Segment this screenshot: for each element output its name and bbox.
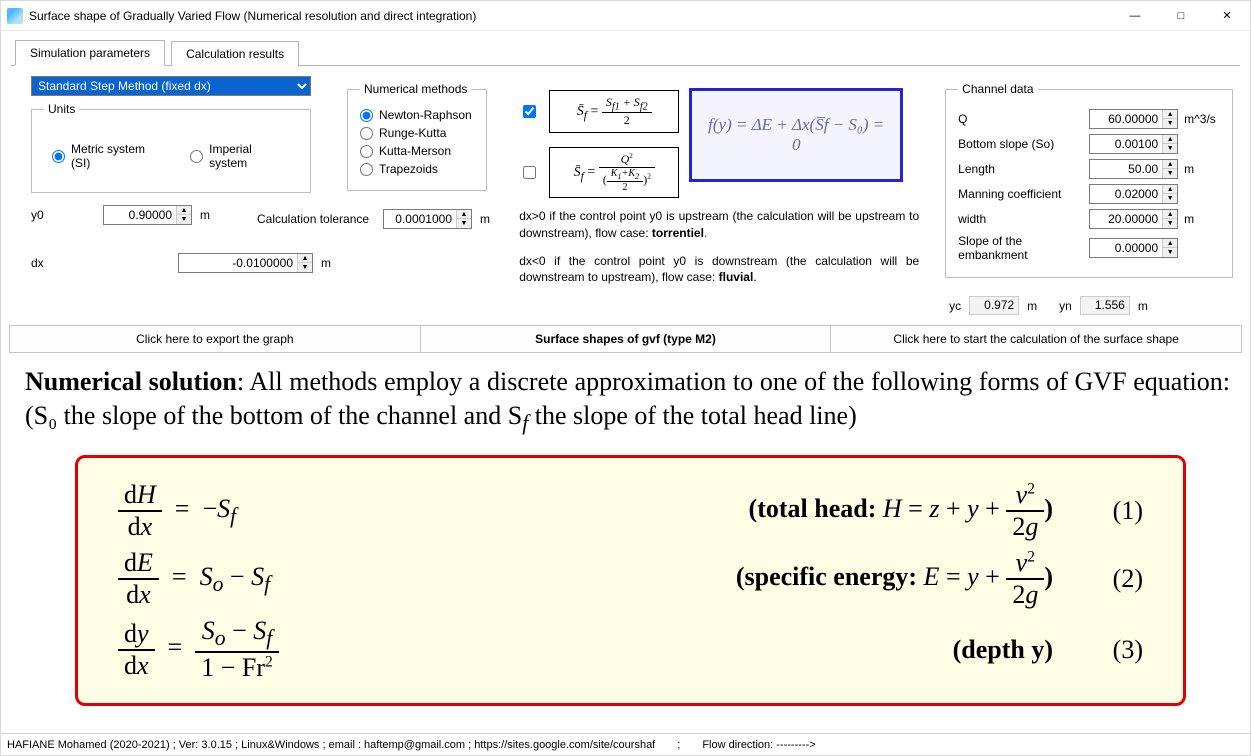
action-bar: Click here to export the graph Surface s…: [9, 325, 1242, 353]
equation-1: dHdx = −Sf (total head: H = z + y + v22g…: [118, 480, 1143, 542]
width-label: width: [958, 212, 1089, 226]
numerical-methods-legend: Numerical methods: [360, 82, 471, 96]
yn-label: yn: [1059, 299, 1072, 313]
gvf-equations-box: dHdx = −Sf (total head: H = z + y + v22g…: [75, 455, 1186, 706]
sf-avg-formula: S̄f = Sf1 + Sf22: [549, 90, 679, 133]
q-unit: m^3/s: [1184, 112, 1220, 126]
tab-simulation-parameters[interactable]: Simulation parameters: [15, 40, 165, 66]
spin-down-icon[interactable]: ▼: [298, 263, 312, 272]
tab-strip: Simulation parameters Calculation result…: [15, 39, 1250, 65]
spin-up-icon[interactable]: ▲: [298, 254, 312, 263]
status-credits: HAFIANE Mohamed (2020-2021) ; Ver: 3.0.1…: [7, 739, 655, 751]
status-flow-direction: Flow direction: --------->: [702, 739, 815, 751]
y0-label: y0: [31, 208, 71, 222]
units-group: Units Metric system (SI) Imperial system: [31, 102, 311, 193]
minimize-button[interactable]: —: [1112, 1, 1158, 31]
window-title: Surface shape of Gradually Varied Flow (…: [29, 9, 1112, 23]
length-label: Length: [958, 162, 1089, 176]
spin-down-icon[interactable]: ▼: [457, 219, 471, 228]
embankment-input[interactable]: ▲▼: [1089, 238, 1178, 258]
equation-3: dydx = So − Sf1 − Fr2 (depth y) (3): [118, 616, 1143, 683]
start-calculation-button[interactable]: Click here to start the calculation of t…: [831, 326, 1241, 352]
method-kutta-merson[interactable]: Kutta-Merson: [360, 144, 474, 158]
method-runge-kutta[interactable]: Runge-Kutta: [360, 126, 474, 140]
q-input[interactable]: ▲▼: [1089, 109, 1178, 129]
numerical-methods-group: Numerical methods Newton-Raphson Runge-K…: [347, 82, 487, 191]
dx-note-downstream: dx<0 if the control point y0 is downstre…: [519, 253, 919, 285]
method-newton-raphson[interactable]: Newton-Raphson: [360, 108, 474, 122]
manning-input[interactable]: ▲▼: [1089, 184, 1178, 204]
spin-up-icon[interactable]: ▲: [177, 206, 191, 215]
yn-value: 1.556: [1080, 296, 1130, 315]
sf-q-formula: S̄f = Q2(K1+K22)2: [549, 147, 679, 198]
calc-tol-label: Calculation tolerance: [257, 212, 375, 226]
sf-q-checkbox[interactable]: [523, 166, 536, 179]
close-button[interactable]: ✕: [1204, 1, 1250, 31]
dx-input[interactable]: ▲▼: [178, 253, 313, 273]
length-input[interactable]: ▲▼: [1089, 159, 1178, 179]
objective-function-box: f(y) = ΔE + Δx(S̅f − S₀) = 0: [689, 88, 903, 182]
embankment-label: Slope of the embankment: [958, 234, 1089, 262]
width-input[interactable]: ▲▼: [1089, 209, 1178, 229]
manning-label: Manning coefficient: [958, 187, 1089, 201]
y0-unit: m: [200, 208, 210, 222]
length-unit: m: [1184, 162, 1220, 176]
tab-calculation-results[interactable]: Calculation results: [171, 41, 299, 66]
units-imperial-radio[interactable]: [190, 150, 203, 163]
title-bar: Surface shape of Gradually Varied Flow (…: [1, 1, 1250, 31]
surface-shape-title: Surface shapes of gvf (type M2): [421, 326, 832, 352]
numerical-solution-section: Numerical solution: All methods employ a…: [1, 353, 1250, 706]
sf-avg-checkbox[interactable]: [523, 105, 536, 118]
spin-up-icon[interactable]: ▲: [457, 210, 471, 219]
channel-data-group: Channel data Q ▲▼ m^3/s Bottom slope (So…: [945, 82, 1233, 278]
channel-data-legend: Channel data: [958, 82, 1037, 96]
numerical-solution-intro: Numerical solution: All methods employ a…: [25, 365, 1230, 437]
so-input[interactable]: ▲▼: [1089, 134, 1178, 154]
so-label: Bottom slope (So): [958, 137, 1089, 151]
units-metric[interactable]: Metric system (SI): [52, 142, 164, 170]
export-graph-button[interactable]: Click here to export the graph: [10, 326, 421, 352]
dx-note-upstream: dx>0 if the control point y0 is upstream…: [519, 208, 919, 240]
spin-down-icon[interactable]: ▼: [177, 215, 191, 224]
dx-unit: m: [321, 256, 331, 270]
equation-2: dEdx = So − Sf (specific energy: E = y +…: [118, 548, 1143, 610]
yc-label: yc: [949, 299, 961, 313]
method-select[interactable]: Standard Step Method (fixed dx): [31, 76, 311, 96]
maximize-button[interactable]: □: [1158, 1, 1204, 31]
q-label: Q: [958, 112, 1089, 126]
yc-unit: m: [1027, 299, 1037, 313]
status-bar: HAFIANE Mohamed (2020-2021) ; Ver: 3.0.1…: [1, 733, 1250, 755]
y0-input[interactable]: ▲▼: [103, 205, 192, 225]
yc-value: 0.972: [969, 296, 1019, 315]
units-legend: Units: [44, 102, 79, 116]
width-unit: m: [1184, 212, 1220, 226]
units-metric-radio[interactable]: [52, 150, 65, 163]
method-trapezoids[interactable]: Trapezoids: [360, 162, 474, 176]
calc-tol-unit: m: [480, 212, 490, 226]
yn-unit: m: [1138, 299, 1148, 313]
dx-label: dx: [31, 256, 71, 270]
calc-tol-input[interactable]: ▲▼: [383, 209, 472, 229]
app-icon: [7, 8, 23, 24]
units-imperial[interactable]: Imperial system: [190, 142, 290, 170]
